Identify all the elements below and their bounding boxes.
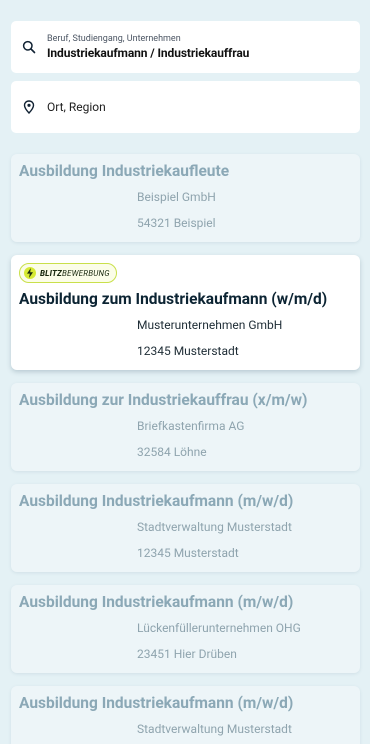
result-company: Stadtverwaltung Musterstadt xyxy=(137,520,292,534)
results-list: Ausbildung Industriekaufleute Beispiel G… xyxy=(11,154,360,744)
result-company: Lückenfüllerunternehmen OHG xyxy=(137,621,301,635)
search-icon xyxy=(21,39,37,55)
result-city: 12345 Musterstadt xyxy=(137,546,239,560)
result-company: Musterunternehmen GmbH xyxy=(137,318,283,332)
badge-label-strong: BLITZ xyxy=(40,268,62,278)
result-title: Ausbildung Industriekaufmann (m/w/d) xyxy=(19,593,294,611)
lightning-icon xyxy=(24,267,36,279)
result-company: Stadtverwaltung Musterstadt xyxy=(137,722,292,736)
result-card[interactable]: Ausbildung Industriekaufmann (m/w/d) Sta… xyxy=(11,484,360,572)
result-title: Ausbildung Industriekaufmann (m/w/d) xyxy=(19,492,294,510)
location-pin-icon xyxy=(21,99,37,115)
result-city: 12345 Musterstadt xyxy=(137,344,239,358)
location-input[interactable]: Ort, Region xyxy=(47,100,106,114)
result-card[interactable]: Ausbildung Industriekaufleute Beispiel G… xyxy=(11,154,360,242)
result-title: Ausbildung zum Industriekaufmann (w/m/d) xyxy=(19,290,328,308)
badge-label: BEWERBUNG xyxy=(61,268,110,278)
search-input[interactable]: Industriekaufmann / Industriekauffrau xyxy=(47,45,249,61)
result-card[interactable]: Ausbildung Industriekaufmann (m/w/d) Sta… xyxy=(11,686,360,744)
result-card-highlighted[interactable]: BLITZ BEWERBUNG Ausbildung zum Industrie… xyxy=(11,255,360,370)
location-field[interactable]: Ort, Region xyxy=(11,81,360,133)
search-field[interactable]: Beruf, Studiengang, Unternehmen Industri… xyxy=(11,21,360,73)
result-title: Ausbildung Industriekaufmann (m/w/d) xyxy=(19,694,294,712)
search-field-label: Beruf, Studiengang, Unternehmen xyxy=(47,33,181,44)
result-card[interactable]: Ausbildung Industriekaufmann (m/w/d) Lüc… xyxy=(11,585,360,673)
result-city: 32584 Löhne xyxy=(137,445,207,459)
job-search-page: Beruf, Studiengang, Unternehmen Industri… xyxy=(0,0,370,744)
result-card[interactable]: Ausbildung zur Industriekauffrau (x/m/w)… xyxy=(11,383,360,471)
result-city: 54321 Beispiel xyxy=(137,216,216,230)
blitzbewerbung-badge: BLITZ BEWERBUNG xyxy=(19,263,117,283)
result-company: Beispiel GmbH xyxy=(137,190,216,204)
result-company: Briefkastenfirma AG xyxy=(137,419,245,433)
result-city: 23451 Hier Drüben xyxy=(137,647,237,661)
result-title: Ausbildung Industriekaufleute xyxy=(19,162,230,180)
result-title: Ausbildung zur Industriekauffrau (x/m/w) xyxy=(19,391,308,409)
